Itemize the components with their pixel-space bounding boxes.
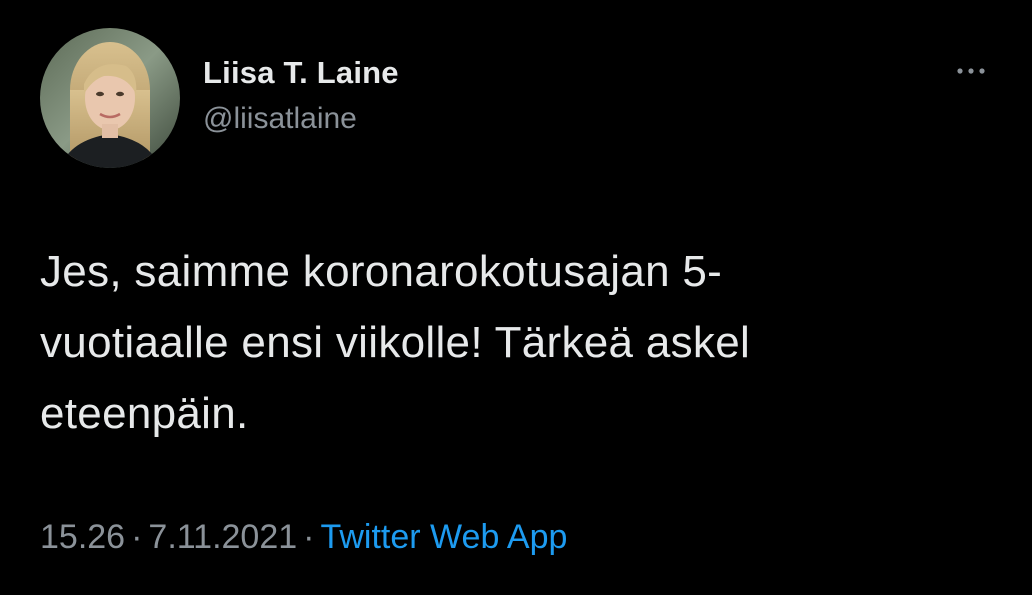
tweet-text: Jes, saimme koronarokotusajan 5- vuotiaa… [40,247,751,438]
tweet-date[interactable]: 7.11.2021 [148,518,297,556]
avatar[interactable] [40,28,180,168]
more-options-button[interactable] [946,58,996,84]
username-handle[interactable]: @liisatlaine [203,100,399,138]
more-horizontal-icon [957,68,985,74]
tweet-source-link[interactable]: Twitter Web App [320,518,567,556]
tweet-metadata: 15.26 · 7.11.2021 · Twitter Web App [40,516,567,558]
tweet-time[interactable]: 15.26 [40,518,125,556]
display-name[interactable]: Liisa T. Laine [203,54,399,92]
separator-dot: · [131,518,143,556]
separator-dot: · [303,518,315,556]
author-block: Liisa T. Laine @liisatlaine [203,54,399,138]
tweet: Liisa T. Laine @liisatlaine Jes, saimme … [0,0,1032,595]
profile-photo-icon [40,28,180,168]
